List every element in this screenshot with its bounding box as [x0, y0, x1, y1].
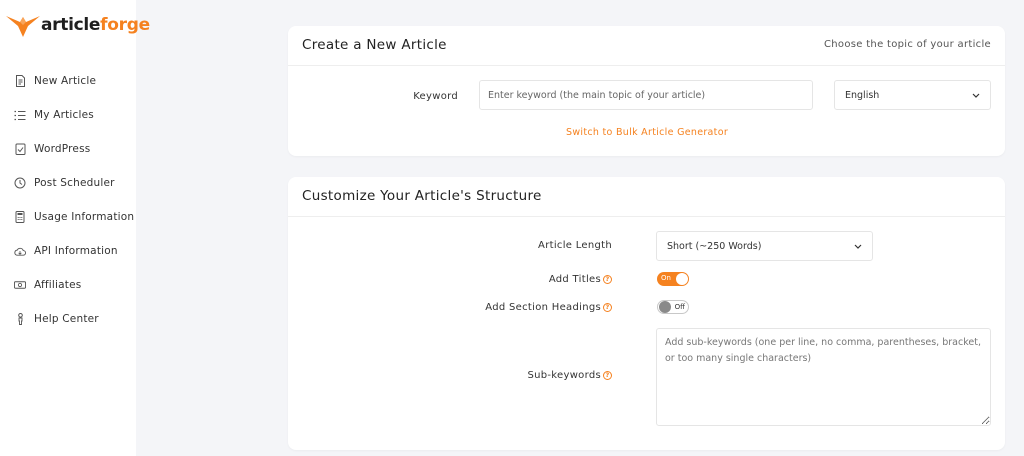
sidebar-item-label: WordPress	[34, 143, 91, 155]
sidebar-item-label: Affiliates	[34, 279, 82, 291]
add-titles-label: Add Titles?	[288, 274, 612, 285]
toggle-on-label: On	[661, 274, 671, 282]
sidebar-item-label: API Information	[34, 245, 118, 257]
article-structure-header: Customize Your Article's Structure	[288, 177, 1005, 217]
sidebar-item-my-articles[interactable]: My Articles	[14, 106, 94, 124]
logo-wordmark: articleforge	[41, 14, 150, 35]
add-titles-toggle[interactable]: On	[657, 272, 689, 286]
money-icon	[14, 279, 26, 291]
language-select-value: English	[845, 89, 880, 101]
sidebar-item-help-center[interactable]: Help Center	[14, 310, 99, 328]
article-length-label: Article Length	[538, 240, 612, 251]
logo-text-article: article	[41, 14, 101, 35]
sidebar-item-label: Post Scheduler	[34, 177, 115, 189]
chevron-down-icon	[972, 93, 980, 98]
keyword-input[interactable]	[479, 80, 813, 110]
articleforge-logo[interactable]: articleforge	[6, 12, 150, 38]
sub-keywords-textarea[interactable]	[656, 328, 991, 426]
add-section-headings-text: Add Section Headings	[485, 302, 601, 313]
toggle-knob	[659, 301, 671, 313]
sidebar: articleforge New Article My Articles Wor…	[0, 0, 150, 456]
add-titles-text: Add Titles	[548, 274, 601, 285]
clock-icon	[14, 177, 26, 189]
sidebar-item-usage-information[interactable]: Usage Information	[14, 208, 134, 226]
add-section-headings-label: Add Section Headings?	[288, 302, 612, 313]
language-select[interactable]: English	[834, 80, 991, 110]
create-article-title: Create a New Article	[302, 37, 447, 53]
help-icon[interactable]: ?	[603, 371, 612, 380]
checklist-icon	[14, 143, 26, 155]
toggle-off-label: Off	[674, 303, 685, 311]
help-icon[interactable]: ?	[603, 275, 612, 284]
document-icon	[14, 75, 26, 87]
calculator-icon	[14, 211, 26, 223]
person-icon	[14, 313, 26, 325]
add-section-headings-toggle[interactable]: Off	[657, 300, 689, 314]
help-icon[interactable]: ?	[603, 303, 612, 312]
bird-logo-icon	[6, 16, 40, 37]
sidebar-item-wordpress[interactable]: WordPress	[14, 140, 90, 158]
sidebar-item-post-scheduler[interactable]: Post Scheduler	[14, 174, 115, 192]
sidebar-item-label: Help Center	[34, 313, 99, 325]
list-icon	[14, 109, 26, 121]
chevron-down-icon	[854, 244, 862, 249]
bulk-generator-link[interactable]: Switch to Bulk Article Generator	[566, 127, 728, 138]
article-length-select[interactable]: Short (~250 Words)	[656, 231, 873, 261]
sidebar-item-api-information[interactable]: API Information	[14, 242, 118, 260]
sub-keywords-text: Sub-keywords	[527, 370, 601, 381]
create-article-subtitle: Choose the topic of your article	[824, 39, 991, 50]
article-structure-title: Customize Your Article's Structure	[302, 188, 542, 204]
sidebar-item-label: Usage Information	[34, 211, 135, 223]
article-length-value: Short (~250 Words)	[667, 240, 762, 252]
toggle-knob	[676, 273, 688, 285]
sidebar-item-new-article[interactable]: New Article	[14, 72, 96, 90]
article-structure-card: Customize Your Article's Structure Artic…	[288, 177, 1005, 450]
sidebar-item-label: New Article	[34, 75, 97, 87]
sub-keywords-label: Sub-keywords?	[288, 370, 612, 381]
create-article-card: Create a New Article Choose the topic of…	[288, 26, 1005, 156]
sidebar-item-label: My Articles	[34, 109, 94, 121]
cloud-icon	[14, 245, 26, 257]
create-article-header: Create a New Article Choose the topic of…	[288, 26, 1005, 66]
logo-text-forge: forge	[100, 14, 150, 35]
keyword-label: Keyword	[413, 91, 458, 102]
sidebar-item-affiliates[interactable]: Affiliates	[14, 276, 81, 294]
